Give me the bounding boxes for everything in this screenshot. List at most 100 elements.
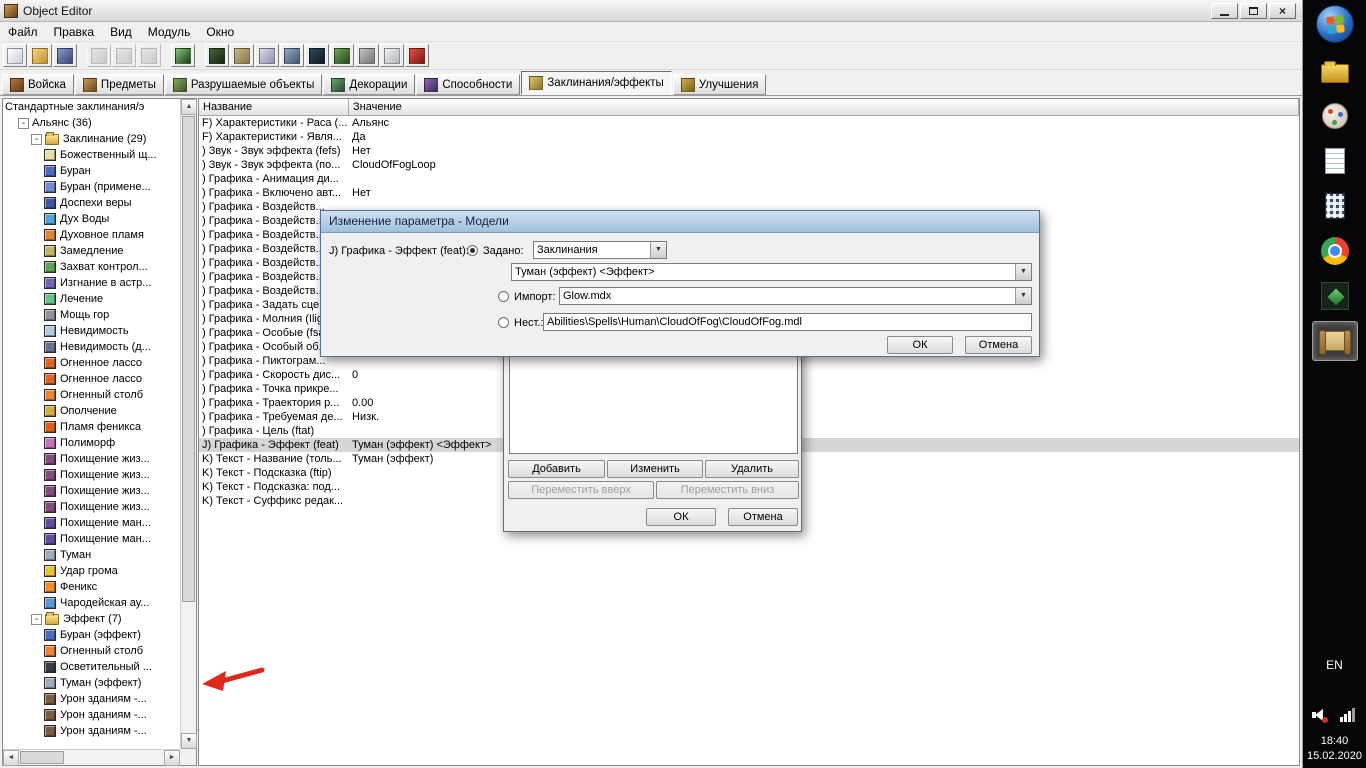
tree-item[interactable]: - Заклинание (29) — [3, 131, 180, 147]
horizontal-scrollbar-thumb[interactable] — [20, 751, 64, 764]
expander-icon[interactable]: - — [18, 117, 29, 129]
menu-item[interactable]: Вид — [102, 22, 140, 42]
tree-item[interactable]: Похищение жиз... — [3, 499, 180, 515]
tree-item[interactable]: Мощь гор — [3, 307, 180, 323]
tree-item[interactable]: - Альянс (36) — [3, 115, 180, 131]
scroll-left-button[interactable]: ◄ — [3, 750, 19, 766]
tree-item[interactable]: Доспехи веры — [3, 195, 180, 211]
tree-item[interactable]: Чародейская ау... — [3, 595, 180, 611]
cancel-button[interactable]: Отмена — [728, 508, 798, 526]
tree-item[interactable]: Урон зданиям -... — [3, 691, 180, 707]
tree-item[interactable]: Божественный щ... — [3, 147, 180, 163]
tab-abilities[interactable]: Способности — [416, 74, 521, 95]
vertical-scrollbar-thumb[interactable] — [182, 116, 195, 602]
move-down-button[interactable]: Переместить вниз — [656, 481, 799, 499]
tree-item[interactable]: Невидимость — [3, 323, 180, 339]
import-combobox[interactable]: Glow.mdx ▼ — [559, 287, 1032, 305]
tab-units[interactable]: Войска — [2, 74, 74, 95]
tree-item[interactable]: Огненный столб — [3, 643, 180, 659]
menu-item[interactable]: Правка — [46, 22, 103, 42]
ok-button[interactable]: ОК — [887, 336, 953, 354]
menu-item[interactable]: Окно — [198, 22, 242, 42]
tab-spells[interactable]: Заклинания/эффекты — [521, 71, 672, 95]
delete-button[interactable]: Удалить — [705, 460, 799, 478]
maximize-button[interactable] — [1240, 3, 1267, 19]
ok-button[interactable]: ОК — [646, 508, 716, 526]
open-map-button[interactable] — [28, 44, 52, 67]
chrome-taskbar-button[interactable] — [1312, 231, 1358, 271]
dialog-titlebar[interactable]: Изменение параметра - Модели — [321, 211, 1039, 233]
test-map-red-button[interactable] — [405, 44, 429, 67]
tab-items[interactable]: Предметы — [74, 74, 164, 95]
calculator-taskbar-button[interactable] — [1312, 186, 1358, 226]
tree-item[interactable]: Ополчение — [3, 403, 180, 419]
scroll-down-button[interactable]: ▼ — [181, 733, 197, 749]
tree-item[interactable]: Феникс — [3, 579, 180, 595]
tab-upgrades[interactable]: Улучшения — [672, 74, 767, 95]
tree-item[interactable]: Полиморф — [3, 435, 180, 451]
explorer-taskbar-button[interactable] — [1312, 51, 1358, 91]
object-manager-button[interactable] — [355, 44, 379, 67]
chevron-down-icon[interactable]: ▼ — [1015, 264, 1031, 280]
tree-item[interactable]: Осветительный ... — [3, 659, 180, 675]
paint-taskbar-button[interactable] — [1312, 96, 1358, 136]
tree-item[interactable]: Лечение — [3, 291, 180, 307]
custom-path-input[interactable]: Abilities\Spells\Human\CloudOfFog\CloudO… — [543, 313, 1032, 331]
redo-button[interactable] — [112, 44, 136, 67]
tree-item[interactable]: Дух Воды — [3, 211, 180, 227]
expander-icon[interactable]: - — [31, 133, 42, 145]
window-titlebar[interactable]: Object Editor × — [0, 0, 1302, 22]
object-editor-button[interactable] — [280, 44, 304, 67]
import-manager-button[interactable] — [380, 44, 404, 67]
new-map-button[interactable] — [3, 44, 27, 67]
tree-item[interactable]: Пламя феникса — [3, 419, 180, 435]
date[interactable]: 15.02.2020 — [1303, 750, 1366, 762]
sound-editor-button[interactable] — [255, 44, 279, 67]
tree-item[interactable]: Буран (примене... — [3, 179, 180, 195]
campaign-editor-button[interactable] — [305, 44, 329, 67]
tree-item[interactable]: Туман — [3, 547, 180, 563]
scroll-right-button[interactable]: ► — [164, 750, 180, 766]
tree-item[interactable]: Стандартные заклинания/э — [3, 99, 180, 115]
tree-item[interactable]: Похищение жиз... — [3, 483, 180, 499]
tree-item[interactable]: Огненное лассо — [3, 355, 180, 371]
tree-item[interactable]: Похищение ман... — [3, 531, 180, 547]
expander-icon[interactable]: - — [31, 613, 42, 625]
notepad-taskbar-button[interactable] — [1312, 141, 1358, 181]
ai-editor-button[interactable] — [330, 44, 354, 67]
copy-button[interactable] — [137, 44, 161, 67]
custom-radio[interactable] — [498, 317, 509, 328]
tree-item[interactable]: Похищение жиз... — [3, 451, 180, 467]
test-map-button[interactable] — [171, 44, 195, 67]
vertical-scrollbar[interactable]: ▲ ▼ — [180, 99, 197, 749]
horizontal-scrollbar[interactable]: ◄ ► — [3, 749, 180, 766]
add-button[interactable]: Добавить — [508, 460, 605, 478]
object-editor-taskbar-button[interactable] — [1311, 321, 1358, 361]
table-row[interactable]: F) Характеристики - Явля... Да — [199, 130, 1299, 144]
tree-item[interactable]: Урон зданиям -... — [3, 707, 180, 723]
category-combobox[interactable]: Заклинания ▼ — [533, 241, 667, 259]
minimize-button[interactable] — [1211, 3, 1238, 19]
tree-item[interactable]: Туман (эффект) — [3, 675, 180, 691]
tree-item[interactable]: Похищение ман... — [3, 515, 180, 531]
preset-radio[interactable] — [467, 245, 478, 256]
trigger-editor-button[interactable] — [230, 44, 254, 67]
save-map-button[interactable] — [53, 44, 77, 67]
tab-doodads[interactable]: Декорации — [323, 74, 416, 95]
tree-item[interactable]: Духовное пламя — [3, 227, 180, 243]
tree-item[interactable]: Замедление — [3, 243, 180, 259]
clock[interactable]: 18:40 — [1303, 735, 1366, 747]
preset-combobox[interactable]: Туман (эффект) <Эффект> ▼ — [511, 263, 1032, 281]
table-row[interactable]: ) Графика - Анимация ди... — [199, 172, 1299, 186]
move-up-button[interactable]: Переместить вверх — [508, 481, 654, 499]
edit-button[interactable]: Изменить — [607, 460, 703, 478]
table-row[interactable]: ) Звук - Звук эффекта (fefs) Нет — [199, 144, 1299, 158]
scroll-up-button[interactable]: ▲ — [181, 99, 197, 115]
cancel-button[interactable]: Отмена — [965, 336, 1032, 354]
tree-item[interactable]: Огненный столб — [3, 387, 180, 403]
tree-item[interactable]: Невидимость (д... — [3, 339, 180, 355]
menu-item[interactable]: Файл — [0, 22, 46, 42]
network-icon[interactable] — [1339, 708, 1357, 722]
menu-item[interactable]: Модуль — [140, 22, 199, 42]
tree-item[interactable]: - Эффект (7) — [3, 611, 180, 627]
